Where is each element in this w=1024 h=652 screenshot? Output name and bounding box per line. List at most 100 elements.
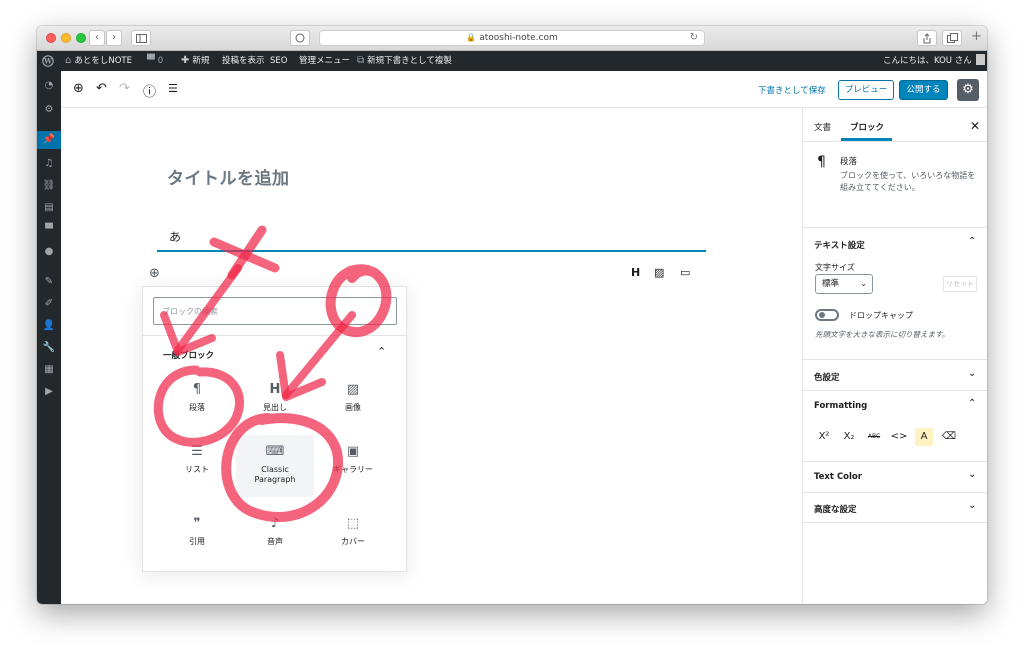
quick-cover-icon[interactable]: ▭ bbox=[680, 266, 690, 279]
back-button[interactable]: ‹ bbox=[89, 30, 105, 46]
settings-grid-icon[interactable]: ▦ bbox=[37, 361, 61, 379]
block-quote[interactable]: ❞ 引用 bbox=[158, 507, 236, 565]
chevron-up-icon[interactable]: ⌃ bbox=[968, 398, 976, 409]
block-classic-paragraph[interactable]: ⌨ Classic Paragraph bbox=[236, 435, 314, 497]
info-icon[interactable]: ⓘ bbox=[143, 81, 156, 100]
advanced-title[interactable]: 高度な設定 bbox=[814, 503, 857, 515]
text-settings-title[interactable]: テキスト設定 bbox=[814, 239, 865, 251]
reload-icon[interactable]: ↻ bbox=[690, 31, 698, 45]
chevron-up-icon[interactable]: ⌃ bbox=[377, 345, 386, 358]
subscript-button[interactable]: X₂ bbox=[840, 428, 858, 446]
tab-document[interactable]: 文書 bbox=[814, 121, 831, 133]
admin-bar-site[interactable]: ⌂ あとをしNOTE bbox=[65, 51, 132, 71]
dashboard-icon[interactable]: ◔ bbox=[37, 77, 61, 95]
media-icon[interactable]: ♫ bbox=[37, 155, 61, 173]
users-icon[interactable]: 👤 bbox=[37, 317, 61, 335]
block-image[interactable]: ▨ 画像 bbox=[314, 373, 392, 431]
block-label: 見出し bbox=[263, 403, 287, 412]
chevron-down-icon[interactable]: ⌄ bbox=[968, 500, 976, 511]
clear-format-button[interactable]: ⌫ bbox=[940, 428, 958, 446]
drop-cap-help: 先頭文字を大きな表示に切り替えます。 bbox=[815, 330, 950, 339]
text-color-title[interactable]: Text Color bbox=[814, 472, 862, 482]
block-paragraph[interactable]: ¶ 段落 bbox=[158, 373, 236, 431]
highlight-button[interactable]: A bbox=[915, 428, 933, 446]
share-icon bbox=[923, 33, 931, 44]
zoom-window-button[interactable] bbox=[76, 33, 86, 43]
admin-bar-view-post[interactable]: 投稿を表示 bbox=[222, 51, 265, 71]
paragraph-block[interactable]: あ bbox=[169, 228, 181, 245]
formatting-title[interactable]: Formatting bbox=[814, 401, 867, 411]
play-circle-icon[interactable]: ▶ bbox=[37, 383, 61, 401]
sidebar-toggle-button[interactable] bbox=[131, 30, 151, 46]
admin-bar-new[interactable]: ✚ 新規 bbox=[181, 51, 209, 71]
tools-wrench-icon[interactable]: 🔧 bbox=[37, 339, 61, 357]
block-audio[interactable]: ♪ 音声 bbox=[236, 507, 314, 565]
tabs-button[interactable] bbox=[942, 30, 962, 46]
link-icon[interactable]: ⛓ bbox=[37, 177, 61, 195]
posts-pin-icon[interactable]: 📌 bbox=[37, 131, 61, 149]
comments-icon[interactable]: ▀ bbox=[37, 221, 61, 239]
font-size-select[interactable]: 標準 ⌄ bbox=[815, 274, 873, 294]
wordpress-logo-icon[interactable]: W bbox=[42, 51, 54, 71]
forward-button[interactable]: › bbox=[106, 30, 122, 46]
close-window-button[interactable] bbox=[46, 33, 56, 43]
image-icon: ▨ bbox=[346, 382, 360, 397]
block-list[interactable]: ☰ リスト bbox=[158, 435, 236, 493]
drop-cap-toggle[interactable] bbox=[815, 309, 839, 321]
settings-button[interactable]: ⚙ bbox=[957, 79, 979, 101]
paragraph-icon: ¶ bbox=[192, 382, 202, 397]
avatar bbox=[975, 54, 985, 65]
inline-inserter-icon[interactable]: ⊕ bbox=[149, 266, 160, 281]
chevron-up-icon[interactable]: ⌃ bbox=[968, 236, 976, 247]
block-label: 音声 bbox=[267, 537, 283, 546]
close-icon[interactable]: ✕ bbox=[970, 119, 980, 133]
post-title-input[interactable]: タイトルを追加 bbox=[167, 164, 290, 189]
redo-icon[interactable]: ↷ bbox=[119, 81, 130, 96]
chevron-down-icon[interactable]: ⌄ bbox=[968, 469, 976, 480]
comment-icon: ▀ bbox=[147, 55, 155, 66]
color-settings-title[interactable]: 色設定 bbox=[814, 371, 840, 383]
block-label: 引用 bbox=[189, 537, 205, 546]
admin-bar-seo[interactable]: SEO bbox=[270, 51, 287, 71]
save-draft-button[interactable]: 下書きとして保存 bbox=[758, 84, 826, 96]
undo-icon[interactable]: ↶ bbox=[96, 81, 107, 96]
code-button[interactable]: <> bbox=[890, 428, 908, 446]
chevron-right-icon: › bbox=[112, 32, 116, 43]
block-gallery[interactable]: ▣ ギャラリー bbox=[314, 435, 392, 493]
brush-icon[interactable]: ✎ bbox=[37, 273, 61, 291]
site-name: あとをしNOTE bbox=[74, 56, 132, 66]
preview-button[interactable]: プレビュー bbox=[838, 80, 894, 100]
publish-button[interactable]: 公開する bbox=[899, 80, 948, 100]
block-search-input[interactable] bbox=[153, 297, 397, 325]
admin-bar-comments[interactable]: ▀ 0 bbox=[147, 51, 163, 71]
plugins-icon[interactable]: ✐ bbox=[37, 295, 61, 313]
superscript-button[interactable]: X² bbox=[815, 428, 833, 446]
strikethrough-button[interactable]: ABC bbox=[865, 428, 883, 446]
divider bbox=[803, 492, 987, 493]
appearance-icon[interactable]: ● bbox=[37, 243, 61, 261]
share-button[interactable] bbox=[917, 30, 937, 46]
divider bbox=[803, 227, 987, 228]
admin-bar-duplicate[interactable]: ⧉ 新規下書きとして複製 bbox=[357, 51, 452, 71]
outline-icon[interactable]: ☰ bbox=[168, 82, 178, 95]
admin-bar-account[interactable]: こんにちは、KOU さん bbox=[883, 51, 985, 71]
quick-image-icon[interactable]: ▨ bbox=[654, 266, 664, 279]
address-bar[interactable]: 🔒 atooshi-note.com ↻ bbox=[319, 30, 705, 46]
gear-icon[interactable]: ⚙ bbox=[37, 101, 61, 119]
list-icon: ☰ bbox=[191, 444, 203, 459]
tab-block[interactable]: ブロック bbox=[850, 121, 884, 133]
divider bbox=[803, 390, 987, 391]
chevron-down-icon[interactable]: ⌄ bbox=[968, 368, 976, 379]
privacy-button[interactable] bbox=[290, 30, 310, 46]
reset-button[interactable]: リセット bbox=[943, 276, 977, 292]
new-tab-icon[interactable]: + bbox=[971, 29, 982, 44]
admin-bar-admin-menu[interactable]: 管理メニュー bbox=[299, 51, 350, 71]
quote-icon: ❞ bbox=[193, 516, 201, 531]
block-cover[interactable]: ⬚ カバー bbox=[314, 507, 392, 565]
pages-icon[interactable]: ▤ bbox=[37, 199, 61, 217]
add-block-icon[interactable]: ⊕ bbox=[73, 81, 84, 96]
block-heading[interactable]: H 見出し bbox=[236, 373, 314, 431]
minimize-window-button[interactable] bbox=[61, 33, 71, 43]
chevron-left-icon: ‹ bbox=[95, 32, 99, 43]
quick-heading-icon[interactable]: H bbox=[631, 266, 640, 279]
